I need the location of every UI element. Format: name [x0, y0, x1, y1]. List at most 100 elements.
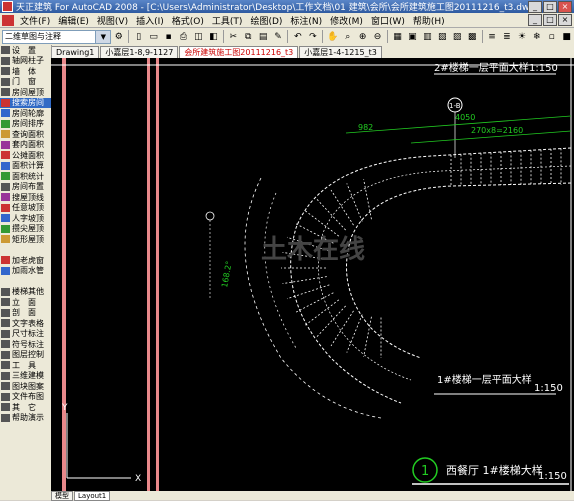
sidebar-item[interactable]: 搜屋顶线 — [0, 192, 51, 203]
sidebar-item[interactable]: 矩形屋顶 — [0, 234, 51, 245]
menu-edit[interactable]: 编辑(E) — [54, 14, 93, 27]
redo-icon[interactable]: ↷ — [306, 30, 319, 43]
sidebar-item[interactable]: 工 具 — [0, 360, 51, 371]
sidebar-item[interactable]: 剖 面 — [0, 308, 51, 319]
new-file-icon[interactable]: ▯ — [132, 30, 145, 43]
sidebar-item[interactable]: 任意坡顶 — [0, 203, 51, 214]
sidebar-item-label: 套内面积 — [12, 140, 44, 150]
menu-file[interactable]: 文件(F) — [16, 14, 54, 27]
layer-state-icon[interactable]: ≣ — [500, 30, 513, 43]
tab-drawing1[interactable]: Drawing1 — [51, 46, 100, 58]
menu-draw[interactable]: 绘图(D) — [246, 14, 286, 27]
sidebar-item[interactable]: 人字坡顶 — [0, 213, 51, 224]
expand-arrow-icon — [1, 287, 10, 296]
sidebar-item[interactable]: 文字表格 — [0, 318, 51, 329]
sidebar-item[interactable]: 套内面积 — [0, 140, 51, 151]
minimize-button[interactable]: _ — [528, 0, 542, 13]
drawing-canvas[interactable]: 2#楼梯一层平面大样 1:150 1-B 4050 982 270x8=2160… — [51, 58, 574, 500]
properties-icon[interactable]: ▦ — [391, 30, 404, 43]
sidebar-item-label: 房间排序 — [12, 119, 44, 129]
gear-icon[interactable]: ⚙ — [112, 30, 125, 43]
sidebar-item[interactable]: 三维建模 — [0, 371, 51, 382]
freeze-icon[interactable]: ❄ — [530, 30, 543, 43]
expand-arrow-icon — [1, 46, 10, 55]
sidebar-item[interactable]: 符号标注 — [0, 339, 51, 350]
tab-floor-plan-b[interactable]: 小嘉层1-4-1215_t3 — [299, 46, 382, 58]
save-icon[interactable]: ▪ — [162, 30, 175, 43]
layer-icon[interactable]: ≡ — [486, 30, 499, 43]
sidebar-item[interactable]: 房间轮廓 — [0, 108, 51, 119]
sidebar-item[interactable]: 门 窗 — [0, 77, 51, 88]
outer-curve — [264, 192, 297, 349]
design-center-icon[interactable]: ▣ — [406, 30, 419, 43]
open-folder-icon[interactable]: ▭ — [147, 30, 160, 43]
sidebar-item[interactable]: 设 置 — [0, 45, 51, 56]
doc-minimize-button[interactable]: _ — [528, 14, 542, 26]
close-button[interactable]: × — [558, 0, 572, 13]
workspace-select[interactable]: 二维草图与注释 ▼ — [2, 29, 112, 44]
sidebar-item[interactable]: 加雨水管 — [0, 266, 51, 277]
publish-icon[interactable]: ◧ — [207, 30, 220, 43]
copy-icon[interactable]: ⧉ — [242, 30, 255, 43]
tab-layout1[interactable]: Layout1 — [74, 490, 111, 501]
doc-close-button[interactable]: × — [558, 14, 572, 26]
sidebar-item-label: 图层控制 — [12, 350, 44, 360]
tab-floor-plan-a[interactable]: 小嘉层1-8,9-1127 — [100, 46, 179, 58]
sidebar-item[interactable]: 尺寸标注 — [0, 329, 51, 340]
sidebar-item[interactable]: 面积计算 — [0, 161, 51, 172]
zoom-realtime-icon[interactable]: ⌕ — [341, 30, 354, 43]
sidebar-item[interactable]: 搜索房间 — [0, 97, 51, 108]
match-properties-icon[interactable]: ✎ — [272, 30, 285, 43]
layout-tabs-bar: 模型 Layout1 — [51, 490, 574, 501]
maximize-button[interactable]: □ — [543, 0, 557, 13]
sidebar-item[interactable]: 楼梯其他 — [0, 287, 51, 298]
pan-icon[interactable]: ✋ — [326, 30, 339, 43]
cut-icon[interactable]: ✂ — [227, 30, 240, 43]
sidebar-item[interactable]: 墙 体 — [0, 66, 51, 77]
sidebar-item[interactable]: 文件布图 — [0, 392, 51, 403]
tab-model[interactable]: 模型 — [51, 490, 73, 501]
sidebar-item[interactable]: 图层控制 — [0, 350, 51, 361]
menu-window[interactable]: 窗口(W) — [367, 14, 409, 27]
sidebar-item[interactable]: 轴网柱子 — [0, 56, 51, 67]
lock-icon[interactable]: ▫ — [545, 30, 558, 43]
menu-format[interactable]: 格式(O) — [168, 14, 208, 27]
document-icon[interactable] — [2, 14, 14, 26]
sidebar-item[interactable]: 公摊面积 — [0, 150, 51, 161]
color-swatch-icon[interactable]: ■ — [560, 30, 573, 43]
lightbulb-icon[interactable]: ☀ — [515, 30, 528, 43]
chevron-down-icon[interactable]: ▼ — [95, 30, 111, 43]
menu-modify[interactable]: 修改(M) — [326, 14, 367, 27]
undo-icon[interactable]: ↶ — [291, 30, 304, 43]
sheet-set-icon[interactable]: ▧ — [436, 30, 449, 43]
doc-restore-button[interactable]: □ — [543, 14, 557, 26]
tool-palettes-icon[interactable]: ▥ — [421, 30, 434, 43]
sidebar-item[interactable]: 其 它 — [0, 402, 51, 413]
markup-icon[interactable]: ▨ — [451, 30, 464, 43]
sidebar-item[interactable]: 房间布置 — [0, 182, 51, 193]
sidebar-item-label: 文字表格 — [12, 318, 44, 328]
sidebar-item[interactable]: 帮助演示 — [0, 413, 51, 424]
menu-dimension[interactable]: 标注(N) — [286, 14, 326, 27]
sidebar-item[interactable]: 图块图案 — [0, 381, 51, 392]
sidebar-item[interactable]: 加老虎窗 — [0, 255, 51, 266]
menu-help[interactable]: 帮助(H) — [409, 14, 449, 27]
sidebar-item[interactable]: 面积统计 — [0, 171, 51, 182]
preview-icon[interactable]: ◫ — [192, 30, 205, 43]
app-icon — [2, 1, 13, 12]
sidebar-item[interactable]: 房间屋顶 — [0, 87, 51, 98]
calculator-icon[interactable]: ▩ — [466, 30, 479, 43]
sidebar-item[interactable]: 查询面积 — [0, 129, 51, 140]
menu-insert[interactable]: 插入(I) — [132, 14, 168, 27]
tab-active-drawing[interactable]: 会所建筑施工图20111216_t3 — [179, 46, 299, 58]
paste-icon[interactable]: ▤ — [257, 30, 270, 43]
menu-view[interactable]: 视图(V) — [93, 14, 132, 27]
print-icon[interactable]: ⎙ — [177, 30, 190, 43]
zoom-window-icon[interactable]: ⊕ — [356, 30, 369, 43]
zoom-previous-icon[interactable]: ⊖ — [371, 30, 384, 43]
sidebar-item[interactable]: 房间排序 — [0, 119, 51, 130]
sidebar-item[interactable]: 攒尖屋顶 — [0, 224, 51, 235]
sidebar-item[interactable]: 立 面 — [0, 297, 51, 308]
menu-tools[interactable]: 工具(T) — [208, 14, 247, 27]
